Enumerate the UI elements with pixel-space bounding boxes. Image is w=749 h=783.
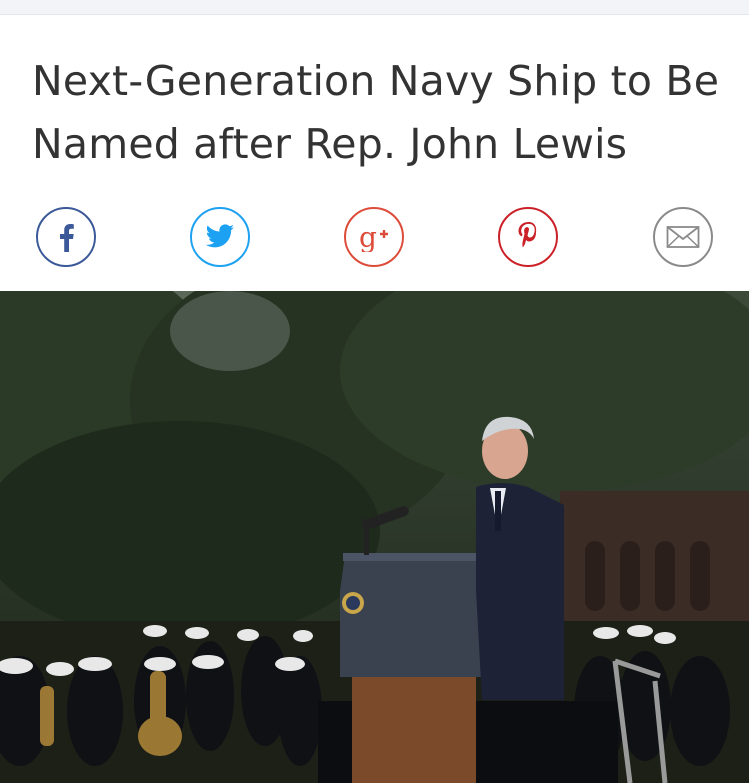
twitter-share-button[interactable] [190, 207, 250, 267]
facebook-share-button[interactable] [36, 207, 96, 267]
mail-icon [666, 226, 700, 248]
google-plus-icon: g [359, 222, 388, 252]
pinterest-icon [518, 222, 537, 248]
hero-photo[interactable] [0, 291, 749, 783]
email-share-button[interactable] [653, 207, 713, 267]
twitter-icon [205, 224, 234, 248]
hero-photo-illustration [0, 291, 749, 783]
share-bar: g [0, 207, 749, 271]
facebook-icon [60, 224, 74, 252]
google-plus-share-button[interactable]: g [344, 207, 404, 267]
top-bar [0, 0, 749, 15]
article-headline: Next-Generation Navy Ship to Be Named af… [32, 57, 720, 168]
pinterest-share-button[interactable] [498, 207, 558, 267]
svg-text:g: g [359, 222, 377, 252]
